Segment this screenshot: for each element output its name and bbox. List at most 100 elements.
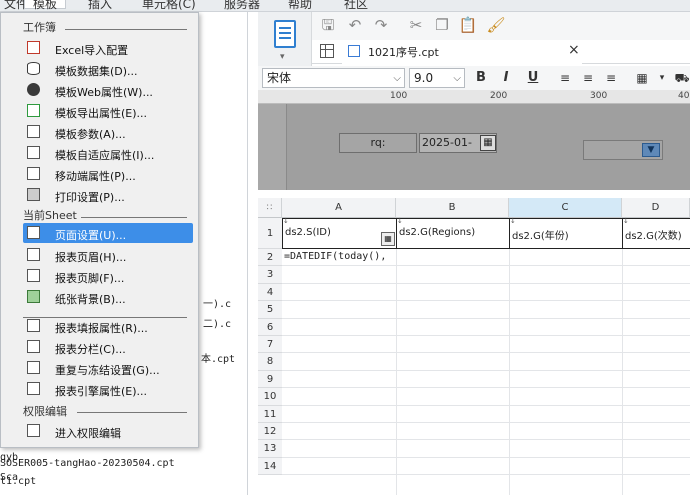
italic-button[interactable]: I bbox=[496, 68, 516, 88]
menu-item[interactable]: 报表引擎属性(E)... bbox=[23, 379, 193, 399]
separator bbox=[23, 317, 187, 318]
cut-icon[interactable]: ✂ bbox=[406, 15, 426, 35]
column-header[interactable]: D bbox=[622, 198, 690, 218]
template-menu: 工作簿 Excel导入配置 模板数据集(D)... 模板Web属性(W)... 模板导… bbox=[0, 12, 199, 448]
file-item[interactable]: 一).c bbox=[203, 295, 231, 310]
redo-icon[interactable]: ↷ bbox=[371, 15, 391, 35]
row-header[interactable]: 11 bbox=[258, 405, 282, 423]
menu-cell[interactable]: 单元格(C) bbox=[142, 0, 196, 11]
cell-b1[interactable]: ds2.G(Regions) bbox=[399, 227, 475, 238]
tab-file[interactable]: 1021序号.cpt × bbox=[342, 40, 582, 64]
close-icon[interactable]: × bbox=[568, 42, 580, 58]
menu-community[interactable]: 社区 bbox=[344, 0, 368, 11]
chevron-down-icon: ⌵ bbox=[453, 73, 461, 84]
menu-item[interactable]: 模板数据集(D)... bbox=[23, 59, 193, 79]
calendar-icon[interactable]: ▦ bbox=[480, 135, 496, 151]
paste-icon[interactable]: 📋 bbox=[458, 15, 478, 35]
row-header[interactable]: 12 bbox=[258, 423, 282, 441]
menu-item[interactable]: Excel导入配置 bbox=[23, 38, 193, 58]
menu-item[interactable]: 模板自适应属性(I)... bbox=[23, 143, 193, 163]
menu-item[interactable]: 报表填报属性(R)... bbox=[23, 316, 193, 336]
select-all-icon[interactable]: ∷ bbox=[258, 198, 282, 218]
save-icon[interactable]: 🖫 bbox=[318, 15, 338, 35]
align-right-icon[interactable]: ≡ bbox=[601, 68, 621, 88]
adaptive-icon bbox=[26, 145, 42, 161]
grid-line bbox=[282, 474, 690, 476]
chevron-down-icon[interactable]: ▼ bbox=[642, 143, 660, 157]
cell-d1[interactable]: ds2.G(次数) bbox=[625, 227, 690, 242]
cell-c1[interactable]: ds2.G(年份) bbox=[512, 227, 569, 242]
align-left-icon[interactable]: ≡ bbox=[555, 68, 575, 88]
file-item[interactable]: 二).c bbox=[203, 315, 231, 330]
ruler-label: 300 bbox=[590, 91, 608, 101]
menu-item[interactable]: 模板参数(A)... bbox=[23, 122, 193, 142]
format-brush-icon[interactable]: 🖌 bbox=[486, 15, 506, 35]
menu-template[interactable]: 模板 bbox=[24, 0, 67, 11]
file-item[interactable]: 本.cpt bbox=[201, 350, 235, 365]
menu-item[interactable]: 报表分栏(C)... bbox=[23, 337, 193, 357]
menu-item[interactable]: 进入权限编辑 bbox=[23, 421, 193, 441]
background-image-icon bbox=[26, 289, 42, 305]
row-header[interactable]: 7 bbox=[258, 336, 282, 354]
align-center-icon[interactable]: ≡ bbox=[578, 68, 598, 88]
menu-item[interactable]: 重复与冻结设置(G)... bbox=[23, 358, 193, 378]
menu-item[interactable]: 移动端属性(P)... bbox=[23, 164, 193, 184]
menu-item-label: 报表页眉(H)... bbox=[55, 251, 127, 264]
menu-item[interactable]: 报表页脚(F)... bbox=[23, 266, 193, 286]
dropdown-param[interactable]: ▼ bbox=[583, 140, 663, 160]
file-item[interactable]: SOSER005-tangHao-20230504.cpt bbox=[0, 458, 175, 469]
menu-item[interactable]: 模板Web属性(W)... bbox=[23, 80, 193, 100]
undo-icon[interactable]: ↶ bbox=[345, 15, 365, 35]
row-header[interactable]: 5 bbox=[258, 301, 282, 319]
menu-item[interactable]: 模板导出属性(E)... bbox=[23, 101, 193, 121]
new-template-icon[interactable] bbox=[274, 20, 296, 48]
row-header[interactable]: 14 bbox=[258, 457, 282, 476]
chevron-down-icon[interactable]: ▾ bbox=[652, 68, 672, 88]
grid-line bbox=[282, 265, 690, 267]
column-header[interactable]: A bbox=[282, 198, 396, 218]
grid-line bbox=[282, 352, 690, 354]
font-family-select[interactable]: 宋体 ⌵ bbox=[262, 68, 405, 88]
chevron-down-icon[interactable]: ▾ bbox=[280, 52, 285, 62]
menu-help[interactable]: 帮助 bbox=[288, 0, 312, 11]
date-input[interactable]: 2025-01- ▦ bbox=[419, 133, 497, 153]
row-header[interactable]: 2 bbox=[258, 249, 282, 267]
menu-item[interactable]: 页面设置(U)... bbox=[23, 223, 193, 243]
column-header[interactable]: B bbox=[396, 198, 509, 218]
font-size-select[interactable]: 9.0 ⌵ bbox=[409, 68, 465, 88]
cell-element-icon[interactable]: ▦ bbox=[381, 232, 395, 246]
menu-item-label: 报表引擎属性(E)... bbox=[55, 385, 148, 398]
row-header[interactable]: 4 bbox=[258, 283, 282, 302]
copy-icon[interactable]: ❐ bbox=[432, 15, 452, 35]
menu-item-label: 模板导出属性(E)... bbox=[55, 107, 148, 120]
printer-icon bbox=[26, 187, 42, 203]
border-icon[interactable]: ▦ bbox=[632, 68, 652, 88]
cell-a2[interactable]: =DATEDIF(today(), bbox=[284, 251, 386, 262]
header-icon bbox=[26, 247, 42, 263]
row-header[interactable]: 13 bbox=[258, 440, 282, 458]
row-header[interactable]: 9 bbox=[258, 370, 282, 389]
menu-item[interactable]: 纸张背景(B)... bbox=[23, 287, 193, 307]
bold-button[interactable]: B bbox=[471, 68, 491, 88]
menu-item-label: 模板数据集(D)... bbox=[55, 65, 138, 78]
menu-item[interactable]: 打印设置(P)... bbox=[23, 185, 193, 205]
menu-server[interactable]: 服务器 bbox=[224, 0, 260, 11]
cell-a1[interactable]: ds2.S(ID) bbox=[285, 227, 331, 238]
section-permission: 权限编辑 bbox=[23, 405, 67, 418]
column-header[interactable]: C bbox=[509, 198, 622, 218]
menu-item-label: 纸张背景(B)... bbox=[55, 293, 126, 306]
fill-color-icon[interactable]: ⛟ bbox=[672, 68, 690, 88]
menu-item[interactable]: 报表页眉(H)... bbox=[23, 245, 193, 265]
row-header[interactable]: 10 bbox=[258, 388, 282, 406]
grid-line bbox=[396, 249, 397, 495]
row-header[interactable]: 6 bbox=[258, 318, 282, 336]
row-header[interactable]: 1 bbox=[258, 218, 282, 249]
row-header[interactable]: 8 bbox=[258, 353, 282, 371]
grid-view-icon[interactable] bbox=[320, 44, 334, 58]
font-family-value: 宋体 bbox=[267, 71, 292, 85]
underline-button[interactable]: U bbox=[523, 68, 543, 88]
row-header[interactable]: 3 bbox=[258, 266, 282, 284]
file-item[interactable]: t1.cpt bbox=[0, 476, 36, 487]
grid-line bbox=[509, 249, 510, 495]
menu-insert[interactable]: 插入 bbox=[88, 0, 112, 11]
